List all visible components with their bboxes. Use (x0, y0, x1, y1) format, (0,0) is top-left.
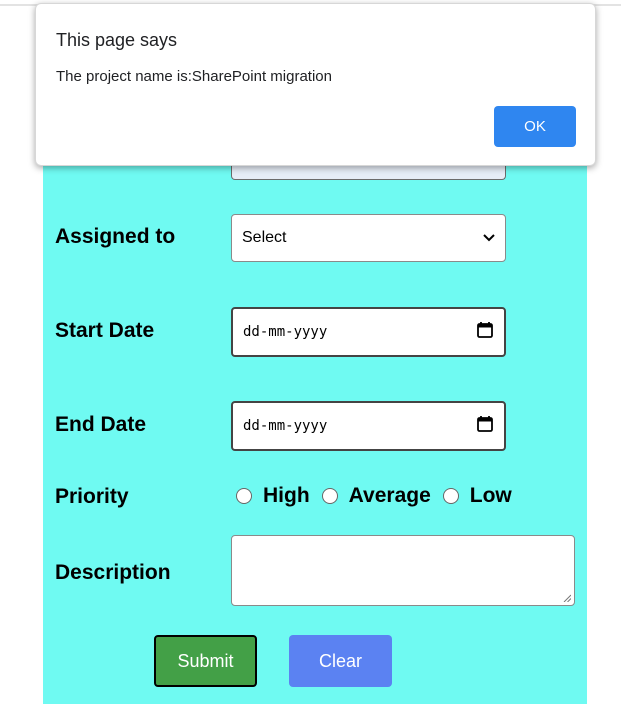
submit-button[interactable]: Submit (154, 635, 257, 687)
radio-button[interactable] (236, 488, 252, 504)
calendar-icon[interactable] (476, 415, 494, 437)
dialog-message: The project name is:SharePoint migration (56, 68, 332, 85)
priority-label: Priority (55, 485, 129, 508)
start-date-placeholder: dd-mm-yyyy (243, 324, 328, 340)
priority-option-label: Average (348, 484, 431, 507)
alert-dialog: This page says The project name is:Share… (35, 3, 596, 166)
chevron-down-icon (483, 229, 495, 247)
assigned-to-select[interactable]: Select (231, 214, 506, 262)
radio-button[interactable] (442, 488, 459, 504)
end-date-input[interactable]: dd-mm-yyyy (231, 401, 506, 451)
resize-grip-icon[interactable] (563, 594, 571, 602)
dialog-title: This page says (56, 30, 178, 50)
description-label: Description (55, 561, 171, 584)
description-textarea[interactable] (231, 535, 575, 606)
ok-button[interactable]: OK (494, 106, 576, 147)
start-date-input[interactable]: dd-mm-yyyy (231, 307, 506, 357)
priority-radio-group: High Average Low (236, 484, 524, 508)
assigned-to-label: Assigned to (55, 225, 176, 248)
radio-button[interactable] (321, 488, 338, 504)
priority-option-label: Low (469, 484, 512, 507)
priority-option-label: High (263, 484, 310, 507)
priority-option-high[interactable]: High (236, 484, 310, 508)
priority-option-low[interactable]: Low (442, 484, 512, 508)
priority-option-average[interactable]: Average (321, 484, 431, 508)
start-date-label: Start Date (55, 319, 155, 342)
end-date-placeholder: dd-mm-yyyy (243, 418, 328, 434)
end-date-label: End Date (55, 413, 147, 436)
assigned-to-value: Select (242, 229, 287, 246)
calendar-icon[interactable] (476, 321, 494, 343)
clear-button[interactable]: Clear (289, 635, 392, 687)
